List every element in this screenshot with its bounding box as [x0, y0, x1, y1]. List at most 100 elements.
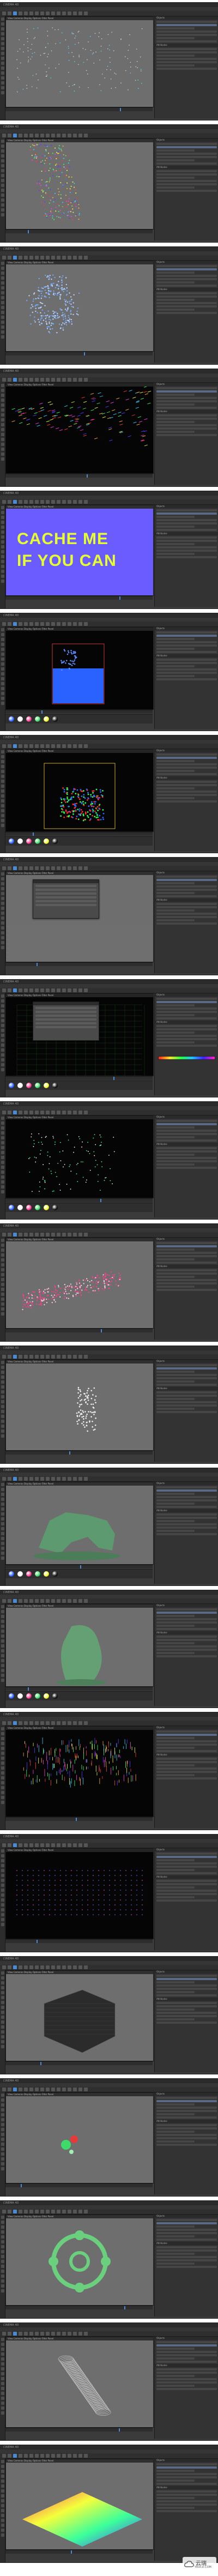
mode-tool-icon[interactable]: [1, 682, 4, 685]
property-row[interactable]: [156, 2140, 195, 2143]
panel-tab-attributes[interactable]: Attributes: [155, 2486, 218, 2489]
property-row[interactable]: [156, 2476, 217, 2478]
toolbar-tool-icon[interactable]: [84, 1965, 88, 1969]
property-row[interactable]: [156, 550, 217, 552]
mode-tool-icon[interactable]: [1, 311, 4, 314]
animation-timeline[interactable]: [5, 230, 153, 233]
mode-tool-icon[interactable]: [1, 1664, 4, 1667]
toolbar-tool-icon[interactable]: [29, 1599, 33, 1603]
property-row[interactable]: [156, 299, 195, 301]
property-row[interactable]: [156, 1517, 217, 1519]
mode-tool-icon[interactable]: [1, 570, 4, 573]
toolbar-tool-icon[interactable]: [84, 1355, 88, 1359]
panel-tab-attributes[interactable]: Attributes: [155, 44, 218, 47]
toolbar-tool-icon[interactable]: [62, 988, 66, 992]
toolbar-tool-icon[interactable]: [51, 2454, 55, 2458]
toolbar-tool-icon[interactable]: [68, 500, 71, 504]
toolbar-tool-icon[interactable]: [46, 744, 50, 748]
toolbar-tool-icon[interactable]: [29, 378, 33, 382]
property-row[interactable]: [156, 418, 217, 420]
property-row[interactable]: [156, 892, 195, 894]
mode-tool-icon[interactable]: [1, 809, 4, 812]
panel-tab-objects[interactable]: Objects: [155, 261, 218, 264]
mode-tool-icon[interactable]: [1, 17, 4, 21]
toolbar-tool-icon[interactable]: [46, 134, 50, 137]
mode-tool-icon[interactable]: [1, 1605, 4, 1608]
mode-tool-icon[interactable]: [1, 580, 4, 583]
animation-timeline[interactable]: [5, 962, 153, 966]
toolbar-tool-icon[interactable]: [29, 2332, 33, 2336]
panel-tab-attributes[interactable]: Attributes: [155, 410, 218, 413]
panel-tab-objects[interactable]: Objects: [155, 1482, 218, 1485]
material-swatch[interactable]: [9, 838, 14, 844]
toolbar-tool-icon[interactable]: [8, 1111, 11, 1114]
toolbar-tool-icon[interactable]: [46, 2210, 50, 2213]
toolbar-tool-icon[interactable]: [57, 500, 60, 504]
material-swatch[interactable]: [9, 1083, 14, 1088]
property-row[interactable]: [156, 1041, 195, 1043]
mode-tool-icon[interactable]: [1, 81, 4, 85]
mode-tool-icon[interactable]: [1, 877, 4, 880]
mode-tool-icon[interactable]: [1, 2377, 4, 2380]
mode-tool-icon[interactable]: [1, 916, 4, 920]
property-row[interactable]: [156, 1045, 217, 1047]
property-row[interactable]: [156, 1279, 217, 1281]
toolbar-tool-icon[interactable]: [62, 378, 66, 382]
panel-tab-objects[interactable]: Objects: [155, 1115, 218, 1119]
panel-tab-objects[interactable]: Objects: [155, 138, 218, 142]
mode-tool-icon[interactable]: [1, 1776, 4, 1779]
mode-tool-icon[interactable]: [1, 1752, 4, 1755]
mode-tool-icon[interactable]: [1, 2230, 4, 2234]
material-swatch[interactable]: [35, 1693, 40, 1699]
toolbar-tool-icon[interactable]: [29, 744, 33, 748]
animation-timeline[interactable]: [5, 2061, 153, 2065]
property-row[interactable]: [156, 2219, 217, 2221]
mode-tool-icon[interactable]: [1, 1380, 4, 1384]
mode-tool-icon[interactable]: [1, 799, 4, 803]
toolbar-tool-icon[interactable]: [8, 1965, 11, 1969]
property-row[interactable]: [156, 1242, 217, 1244]
property-row[interactable]: [156, 1286, 195, 1288]
viewport-blue-cube-fill[interactable]: View Cameras Display Options Filter Pane…: [5, 627, 154, 710]
property-row[interactable]: [156, 1380, 195, 1383]
mode-tool-icon[interactable]: [1, 1522, 4, 1525]
toolbar-tool-icon[interactable]: [13, 2088, 17, 2091]
property-row[interactable]: [156, 672, 217, 674]
mode-tool-icon[interactable]: [1, 208, 4, 212]
mode-tool-icon[interactable]: [1, 335, 4, 339]
property-row[interactable]: [156, 180, 217, 182]
toolbar-tool-icon[interactable]: [68, 1111, 71, 1114]
property-row[interactable]: [156, 678, 217, 680]
property-row[interactable]: [156, 753, 217, 756]
toolbar-tool-icon[interactable]: [13, 1355, 17, 1359]
toolbar-tool-icon[interactable]: [84, 1111, 88, 1114]
property-row[interactable]: [156, 903, 217, 905]
mode-tool-icon[interactable]: [1, 872, 4, 876]
animation-timeline[interactable]: [5, 352, 153, 355]
timeline-playhead[interactable]: [113, 1077, 114, 1080]
animation-timeline[interactable]: [5, 2550, 153, 2554]
property-row[interactable]: [156, 2470, 195, 2472]
mode-tool-icon[interactable]: [1, 1517, 4, 1521]
mode-tool-icon[interactable]: [1, 2480, 4, 2483]
animation-timeline[interactable]: [5, 2306, 153, 2309]
panel-tab-attributes[interactable]: Attributes: [155, 1387, 218, 1390]
property-row[interactable]: [156, 1869, 195, 1871]
toolbar-tool-icon[interactable]: [24, 1599, 28, 1603]
mode-tool-icon[interactable]: [1, 1425, 4, 1428]
property-row[interactable]: [156, 2490, 217, 2493]
mode-tool-icon[interactable]: [1, 2016, 4, 2019]
property-row[interactable]: [156, 1374, 217, 1376]
toolbar-tool-icon[interactable]: [40, 1599, 44, 1603]
timeline-playhead[interactable]: [41, 710, 43, 714]
toolbar-tool-icon[interactable]: [51, 2210, 55, 2213]
property-row[interactable]: [156, 2137, 217, 2139]
mode-tool-icon[interactable]: [1, 37, 4, 40]
toolbar-tool-icon[interactable]: [62, 2332, 66, 2336]
toolbar-tool-icon[interactable]: [40, 134, 44, 137]
toolbar-tool-icon[interactable]: [40, 1965, 44, 1969]
mode-tool-icon[interactable]: [1, 1400, 4, 1403]
mode-tool-icon[interactable]: [1, 67, 4, 70]
property-row[interactable]: [156, 2107, 217, 2109]
material-swatch[interactable]: [44, 1693, 49, 1699]
